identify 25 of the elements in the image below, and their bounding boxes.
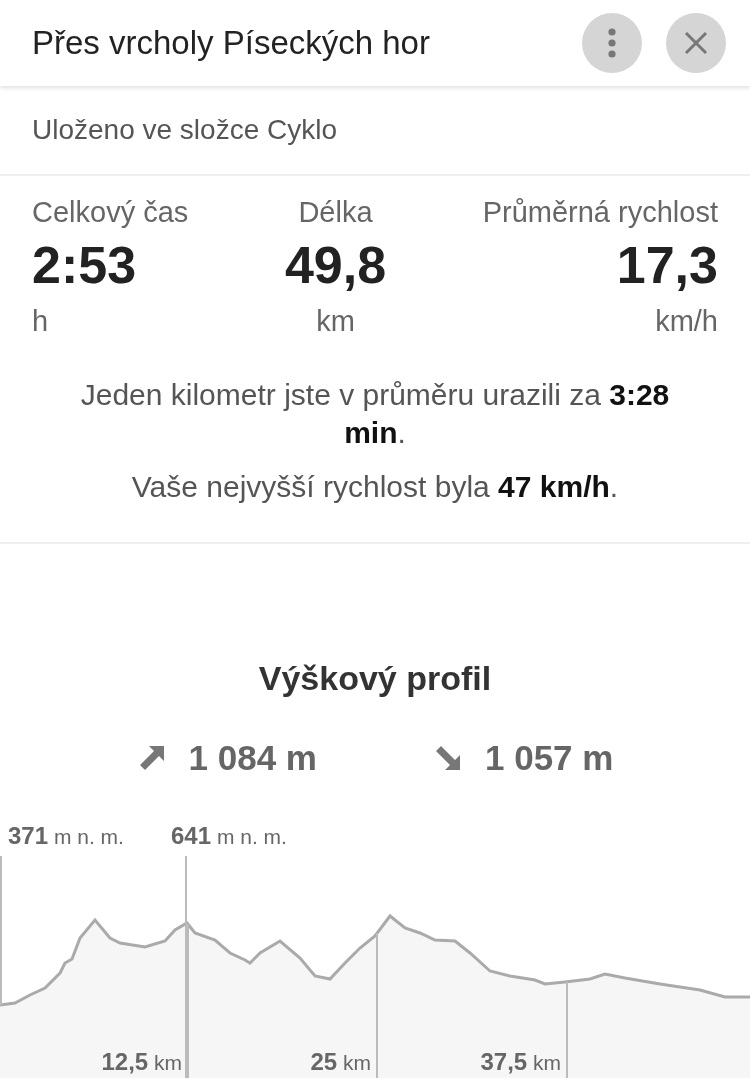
stat-unit: h	[32, 305, 50, 338]
stat-unit: km	[316, 305, 355, 338]
elevation-marker-label: 641 m n. m.	[171, 822, 287, 850]
close-button[interactable]	[666, 13, 726, 73]
summary-sentence: Vaše nejvyšší rychlost byla 47 km/h.	[131, 469, 619, 505]
elevation-total: 1 057 m	[485, 738, 614, 778]
section-title: Výškový profil	[257, 659, 493, 698]
stat-label: Průměrná rychlost	[482, 196, 718, 229]
folder-label: Uloženo ve složce Cyklo	[32, 114, 338, 146]
stat-value: 2:53	[32, 235, 138, 295]
more-button[interactable]	[582, 13, 642, 73]
stat-value: 17,3	[616, 235, 718, 295]
elevation-marker-label: 371 m n. m.	[8, 822, 124, 850]
stat-value: 49,8	[284, 235, 387, 295]
stat-label: Celkový čas	[32, 196, 189, 229]
route-title: Přes vrcholy Píseckých hor	[32, 24, 431, 62]
close-icon	[684, 31, 708, 55]
stat-label: Délka	[298, 196, 373, 229]
distance-label: 37,5 km	[480, 1048, 562, 1076]
summary-sentence: Jeden kilometr jste v průměru urazili za 3:28 min.	[79, 377, 671, 451]
distance-label: 12,5 km	[101, 1048, 183, 1076]
distance-label: 25 km	[310, 1048, 372, 1076]
elevation-total: 1 084 m	[188, 738, 317, 778]
stat-unit: km/h	[655, 305, 718, 338]
more-icon	[607, 28, 617, 58]
